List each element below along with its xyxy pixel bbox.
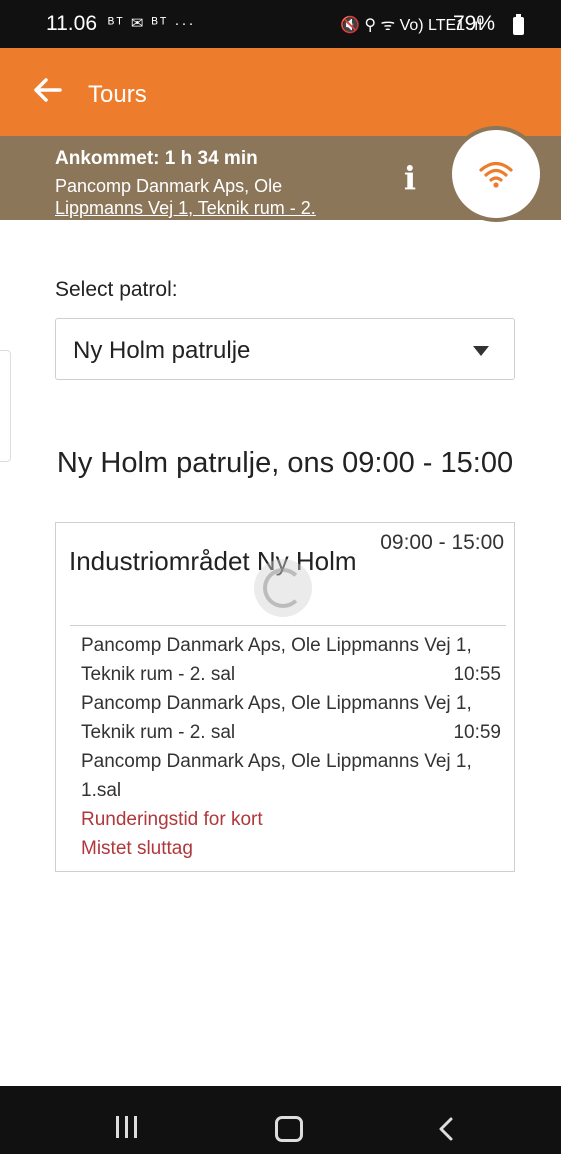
tour-card[interactable]: Industriområdet Ny Holm 09:00 - 15:00 Pa…	[55, 522, 515, 872]
checkpoint-entry: Pancomp Danmark Aps, Ole Lippmanns Vej 1…	[81, 747, 501, 805]
page-title: Tours	[88, 81, 147, 108]
back-icon[interactable]	[434, 1115, 460, 1143]
info-icon[interactable]: i	[398, 160, 422, 196]
battery-icon	[513, 14, 524, 35]
status-bar: 11.06 ᴮᵀ ✉ ᴮᵀ ··· 🔇 ⚲ ᯤ Vo) LTE1 .ıl 79%	[0, 0, 561, 48]
patrol-select[interactable]: Ny Holm patrulje	[55, 318, 515, 380]
patrol-select-value: Ny Holm patrulje	[73, 337, 251, 364]
arrival-duration: Ankommet: 1 h 34 min	[55, 148, 258, 169]
arrival-address-line2: Lippmanns Vej 1, Teknik rum - 2.	[55, 198, 316, 218]
checkpoint-entry: Pancomp Danmark Aps, Ole Lippmanns Vej 1…	[81, 631, 501, 689]
chevron-down-icon	[473, 346, 489, 356]
card-divider	[70, 625, 506, 626]
wifi-icon	[479, 161, 513, 188]
checkpoint-address: Pancomp Danmark Aps, Ole Lippmanns Vej 1…	[81, 751, 472, 801]
status-time: 11.06	[46, 12, 97, 35]
battery-percentage: 79%	[453, 12, 496, 35]
tour-time: 09:00 - 15:00	[380, 531, 504, 554]
checkpoint-list: Pancomp Danmark Aps, Ole Lippmanns Vej 1…	[81, 631, 501, 863]
app-header: Tours	[0, 48, 561, 136]
side-drawer-handle[interactable]	[0, 350, 11, 462]
home-icon[interactable]	[275, 1116, 303, 1142]
checkpoint-time: 10:55	[453, 664, 501, 685]
wifi-button[interactable]	[448, 126, 544, 222]
system-nav-bar	[0, 1086, 561, 1154]
checkpoint-address: Pancomp Danmark Aps, Ole Lippmanns Vej 1…	[81, 693, 472, 743]
checkpoint-entry: Pancomp Danmark Aps, Ole Lippmanns Vej 1…	[81, 689, 501, 747]
warning-text: Mistet sluttag	[81, 838, 193, 859]
tour-title: Industriområdet Ny Holm	[69, 546, 357, 576]
checkpoint-time: 10:59	[453, 722, 501, 743]
checkpoint-address: Pancomp Danmark Aps, Ole Lippmanns Vej 1…	[81, 635, 472, 685]
select-patrol-label: Select patrol:	[55, 278, 178, 301]
warning-text: Runderingstid for kort	[81, 809, 263, 830]
recent-apps-icon[interactable]	[116, 1116, 146, 1140]
patrol-heading: Ny Holm patrulje, ons 09:00 - 15:00	[56, 447, 514, 479]
loading-spinner-icon	[254, 559, 312, 617]
notification-icons: ᴮᵀ ✉ ᴮᵀ ···	[108, 15, 196, 32]
arrow-left-icon[interactable]	[30, 73, 64, 107]
arrival-address-line1: Pancomp Danmark Aps, Ole	[55, 176, 283, 196]
